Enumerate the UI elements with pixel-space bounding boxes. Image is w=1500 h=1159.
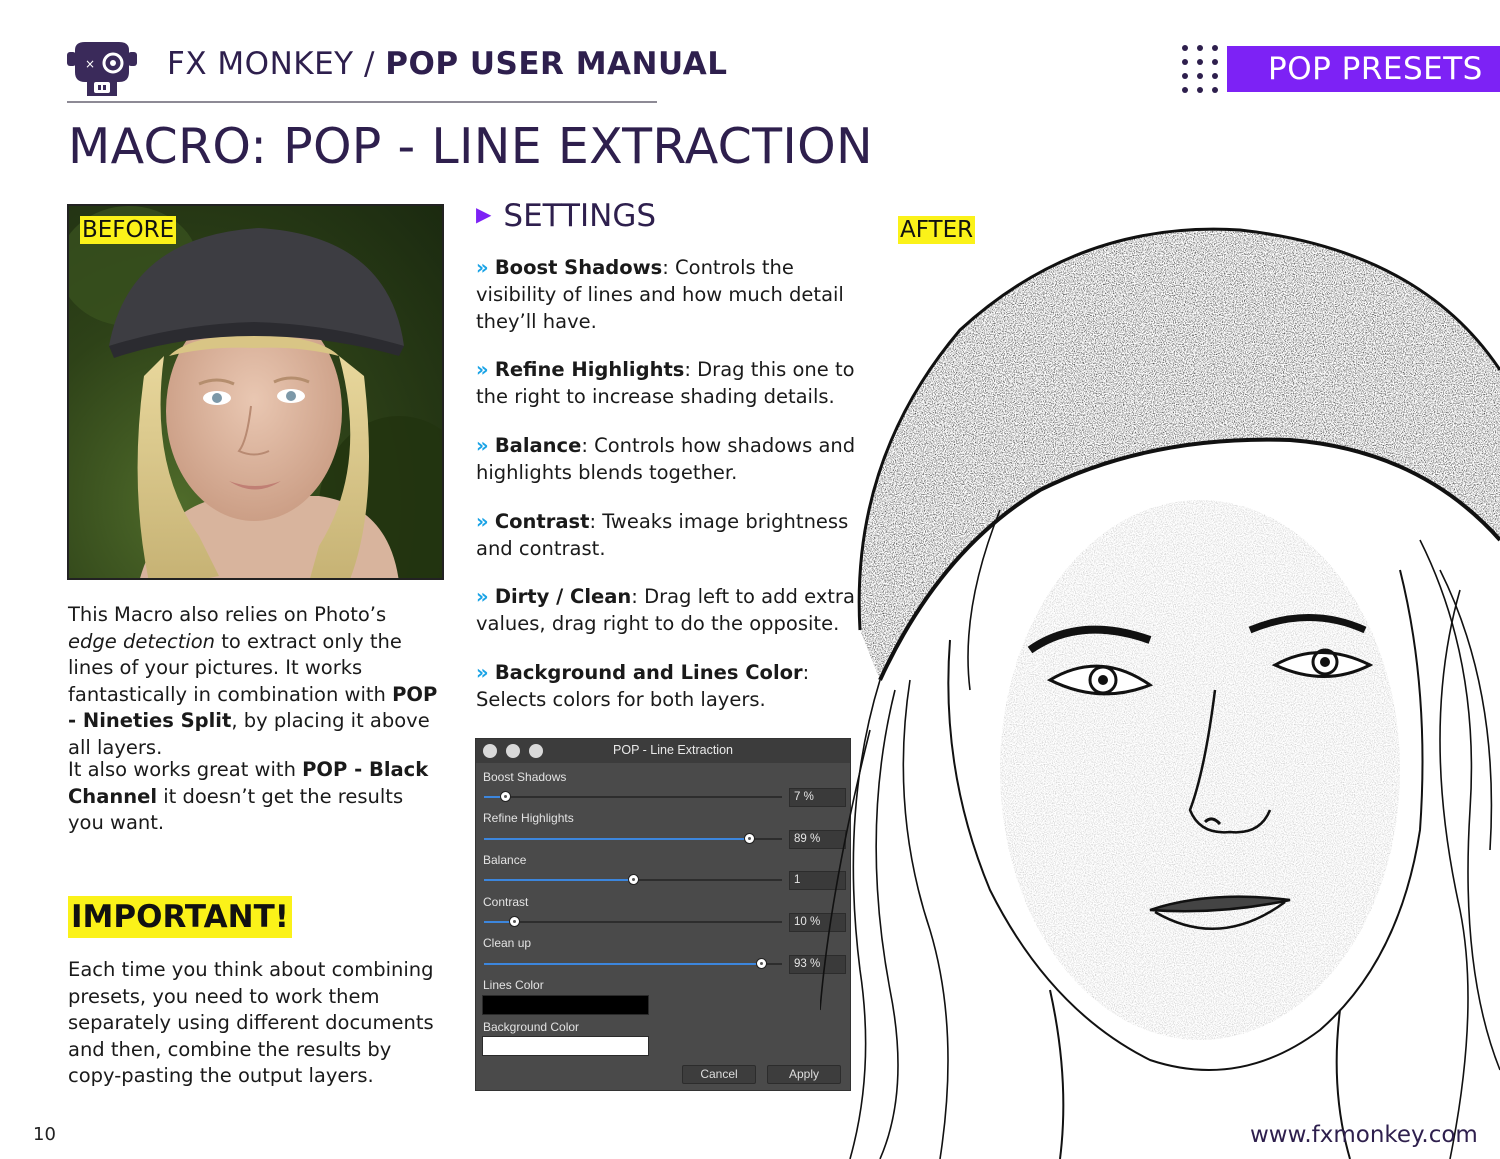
combination-paragraph: It also works great with POP - Black Cha… xyxy=(68,757,438,837)
before-photo xyxy=(67,204,444,580)
line-extraction-dialog: POP - Line Extraction Boost Shadows 7 % … xyxy=(475,738,851,1091)
setting-colors: » Background and Lines Color: Selects co… xyxy=(476,659,856,713)
intro-text-italic: edge detection xyxy=(68,629,216,653)
manual-header-title: FX MONKEY / POP USER MANUAL xyxy=(167,46,727,82)
dot-grid-icon xyxy=(1182,45,1218,93)
slider-knob[interactable] xyxy=(499,791,511,802)
manual-name: POP USER MANUAL xyxy=(385,46,728,82)
clean-up-slider[interactable] xyxy=(484,958,782,969)
lines-color-swatch[interactable] xyxy=(482,995,649,1015)
boost-shadows-label: Boost Shadows xyxy=(483,770,567,784)
setting-refine-highlights: » Refine Highlights: Drag this one to th… xyxy=(476,356,856,410)
important-heading: IMPORTANT! xyxy=(68,896,292,938)
chevron-icon: » xyxy=(476,661,489,684)
setting-name: Refine Highlights xyxy=(494,358,685,381)
slider-knob[interactable] xyxy=(628,874,639,885)
setting-contrast: » Contrast: Tweaks image brightness and … xyxy=(476,508,856,562)
chevron-icon: » xyxy=(476,256,489,279)
chevron-icon: » xyxy=(476,434,489,457)
settings-heading-text: SETTINGS xyxy=(503,198,657,234)
chevron-icon: » xyxy=(476,510,489,533)
setting-name: Background and Lines Color xyxy=(494,661,803,684)
cancel-button[interactable]: Cancel xyxy=(682,1065,756,1084)
background-color-swatch[interactable] xyxy=(482,1036,649,1056)
website-link[interactable]: www.fxmonkey.com xyxy=(1250,1122,1478,1148)
section-tag: POP PRESETS xyxy=(1227,46,1500,92)
background-color-label: Background Color xyxy=(483,1020,580,1034)
slider-knob[interactable] xyxy=(744,833,756,844)
intro-text-a: This Macro also relies on Photo’s xyxy=(68,603,387,626)
page-title-main: POP - LINE EXTRACTION xyxy=(283,118,873,175)
slider-fill xyxy=(484,963,762,965)
chevron-icon: » xyxy=(476,358,489,381)
after-line-sketch xyxy=(820,227,1500,1159)
boost-shadows-slider[interactable] xyxy=(484,791,782,802)
brand-name: FX MONKEY xyxy=(167,46,354,82)
fx-monkey-logo-icon: × xyxy=(67,42,137,96)
page-number: 10 xyxy=(33,1124,56,1145)
slider-fill xyxy=(484,838,750,840)
setting-name: Dirty / Clean xyxy=(494,585,632,608)
refine-highlights-label: Refine Highlights xyxy=(483,811,574,825)
header-divider xyxy=(67,101,657,103)
setting-name: Boost Shadows xyxy=(494,256,663,279)
header-separator: / xyxy=(353,46,386,82)
balance-label: Balance xyxy=(483,853,527,867)
chevron-icon: » xyxy=(476,585,489,608)
setting-name: Contrast xyxy=(494,510,590,533)
play-arrow-icon: ▶ xyxy=(476,202,492,226)
contrast-slider[interactable] xyxy=(484,916,782,927)
balance-slider[interactable] xyxy=(484,874,782,885)
settings-heading: ▶ SETTINGS xyxy=(476,198,656,234)
refine-highlights-slider[interactable] xyxy=(484,833,782,844)
setting-balance: » Balance: Controls how shadows and high… xyxy=(476,432,856,486)
page-title-prefix: MACRO: xyxy=(68,118,284,175)
important-paragraph: Each time you think about combining pres… xyxy=(68,958,434,1087)
setting-name: Balance xyxy=(494,434,582,457)
svg-text:×: × xyxy=(85,57,95,71)
setting-dirty-clean: » Dirty / Clean: Drag left to add extra … xyxy=(476,583,856,637)
clean-up-label: Clean up xyxy=(483,936,532,950)
contrast-label: Contrast xyxy=(483,895,529,909)
combination-text-a: It also works great with xyxy=(68,758,303,781)
slider-knob[interactable] xyxy=(508,916,520,927)
intro-paragraph: This Macro also relies on Photo’s edge d… xyxy=(68,602,438,761)
page-title: MACRO: POP - LINE EXTRACTION xyxy=(68,118,873,175)
slider-knob[interactable] xyxy=(756,958,768,969)
lines-color-label: Lines Color xyxy=(483,978,544,992)
before-label: BEFORE xyxy=(80,216,177,244)
slider-fill xyxy=(484,879,633,881)
setting-boost-shadows: » Boost Shadows: Controls the visibility… xyxy=(476,254,856,335)
dialog-title: POP - Line Extraction xyxy=(613,743,733,757)
dialog-titlebar: POP - Line Extraction xyxy=(476,739,850,763)
